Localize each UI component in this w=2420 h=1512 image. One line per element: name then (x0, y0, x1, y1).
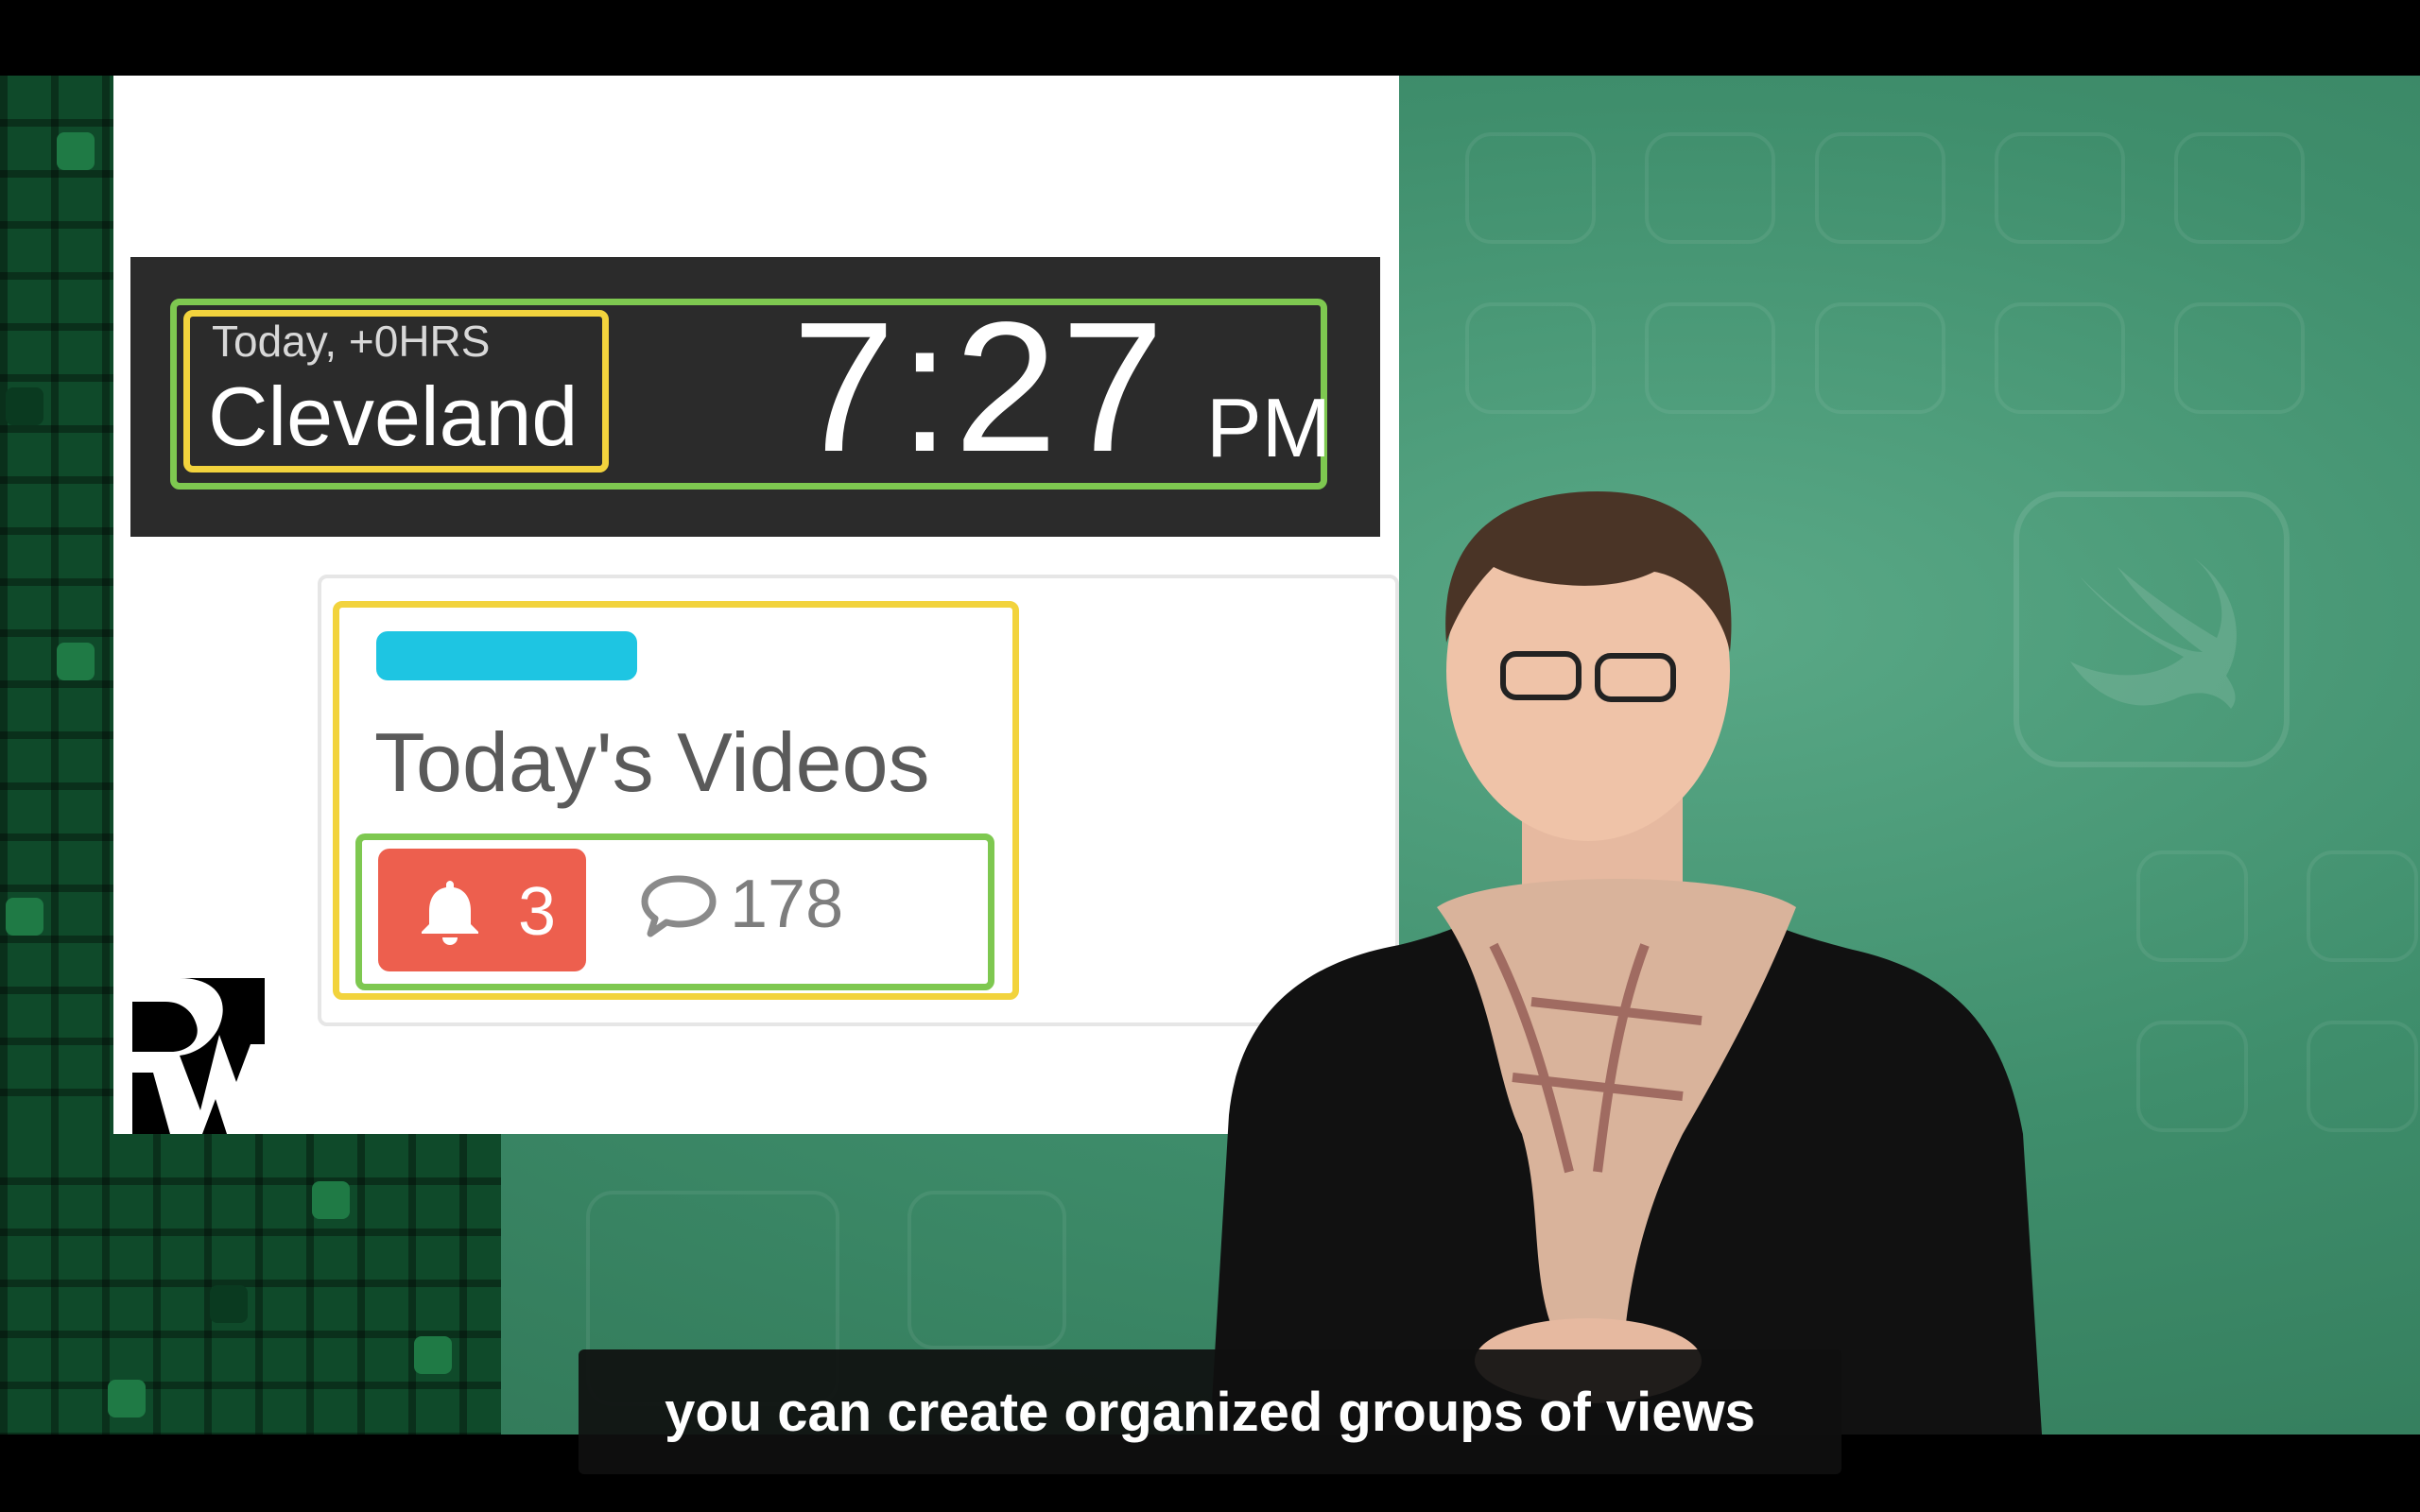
presenter (1210, 491, 2042, 1435)
tile-highlight (6, 898, 43, 936)
city-label: Cleveland (208, 369, 579, 463)
bg-icon (1465, 302, 1596, 414)
bg-icon (1815, 302, 1945, 414)
bg-icon (1645, 302, 1775, 414)
card-title: Today's Videos (374, 715, 930, 809)
accent-bar (376, 631, 637, 680)
subtitle-caption: you can create organized groups of views (579, 1349, 1841, 1474)
tile-highlight (414, 1336, 452, 1374)
notification-count: 3 (518, 874, 557, 950)
bg-icon (908, 1191, 1066, 1349)
time-display: 7:27 (792, 284, 1168, 490)
bg-icon (1645, 132, 1775, 244)
tile-highlight (108, 1380, 146, 1418)
bg-icon (2174, 132, 2305, 244)
tile-highlight (57, 132, 95, 170)
subtitle-text: you can create organized groups of views (665, 1381, 1755, 1443)
video-frame: Today, +0HRS Cleveland 7:27 PM Today's V… (0, 76, 2420, 1435)
bell-icon (422, 881, 478, 945)
bg-icon (2174, 302, 2305, 414)
comment-count: 178 (730, 867, 844, 942)
letterbox-top (0, 0, 2420, 76)
bg-icon (1995, 132, 2125, 244)
bg-icon (2307, 1021, 2418, 1132)
notification-badge[interactable]: 3 (378, 849, 586, 971)
clock-banner: Today, +0HRS Cleveland 7:27 PM (130, 257, 1380, 537)
timezone-label: Today, +0HRS (212, 317, 491, 366)
bg-icon (2136, 850, 2248, 962)
tile-highlight (6, 387, 43, 425)
bg-icon (2307, 850, 2418, 962)
bg-icon (1995, 302, 2125, 414)
rw-logo (113, 978, 265, 1134)
tile-highlight (57, 643, 95, 680)
tile-mosaic-left (0, 76, 113, 1134)
slide-panel: Today, +0HRS Cleveland 7:27 PM Today's V… (113, 76, 1399, 1134)
bg-icon (1815, 132, 1945, 244)
tile-highlight (210, 1285, 248, 1323)
comment-icon[interactable] (639, 873, 718, 939)
bg-icon (2136, 1021, 2248, 1132)
bg-icon (1465, 132, 1596, 244)
tile-mosaic-bottom (0, 1134, 501, 1435)
tile-highlight (312, 1181, 350, 1219)
